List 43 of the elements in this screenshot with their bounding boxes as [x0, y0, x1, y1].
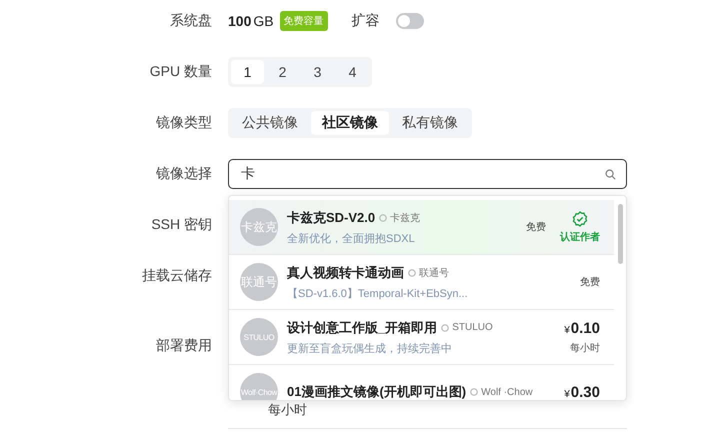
- price-label: 免费: [526, 220, 546, 234]
- capacity-badge: 免费容量: [280, 11, 328, 31]
- image-description: 【SD-v1.6.0】Temporal-Kit+EbSyn...: [287, 286, 469, 300]
- author-name: 卡兹克: [390, 212, 420, 224]
- segment-option[interactable]: 私有镜像: [391, 111, 469, 135]
- field-label: SSH 密钥: [150, 216, 212, 234]
- segment-option[interactable]: 4: [336, 60, 369, 84]
- author-name: 联通号: [419, 266, 449, 280]
- segment-option[interactable]: 社区镜像: [311, 111, 389, 135]
- segment-option[interactable]: 2: [266, 60, 299, 84]
- image-description: 更新至盲盒玩偶生成，持续完善中: [287, 342, 453, 356]
- image-description: 全新优化，全面拥抱SDXL: [287, 232, 416, 246]
- scrollbar[interactable]: [618, 204, 623, 264]
- field-label: 镜像类型: [155, 114, 212, 132]
- field-label: 系统盘: [169, 12, 212, 30]
- price-unit: 每小时: [570, 342, 600, 354]
- cost-unit: 每小时: [268, 402, 307, 417]
- price-label: 免费: [580, 276, 600, 289]
- price-amount: ¥0.30: [564, 384, 600, 400]
- verified-label: 认证作者: [560, 230, 600, 244]
- segment-option[interactable]: 3: [301, 60, 334, 84]
- field-label: GPU 数量: [148, 63, 212, 81]
- field-label: 部署费用: [155, 337, 212, 355]
- expand-label: 扩容: [352, 12, 380, 30]
- author-icon: [408, 268, 416, 276]
- image-title: 卡兹克SD-V2.0: [287, 208, 376, 226]
- field-label: 镜像选择: [155, 165, 212, 183]
- expand-toggle[interactable]: [396, 13, 424, 29]
- author-icon: [379, 214, 388, 222]
- author-name: STULUO: [452, 322, 493, 333]
- search-field[interactable]: 卡: [228, 159, 627, 189]
- segment-option[interactable]: 1: [231, 60, 264, 84]
- image-title: 设计创意工作版_开箱即用: [287, 318, 438, 336]
- disk-size: 100 GB: [228, 13, 274, 29]
- author-icon: [470, 388, 478, 396]
- segment-option[interactable]: 公共镜像: [231, 111, 309, 135]
- author-icon: [441, 324, 450, 332]
- author-name: Wolf ·Chow: [481, 386, 533, 398]
- image-title: 真人视频转卡通动画: [287, 264, 404, 282]
- image-title: 01漫画推文镜像(开机即可出图): [287, 383, 466, 400]
- price-amount: ¥0.10: [564, 320, 600, 336]
- search-icon: [605, 168, 616, 180]
- field-label: 挂载云储存: [141, 267, 212, 285]
